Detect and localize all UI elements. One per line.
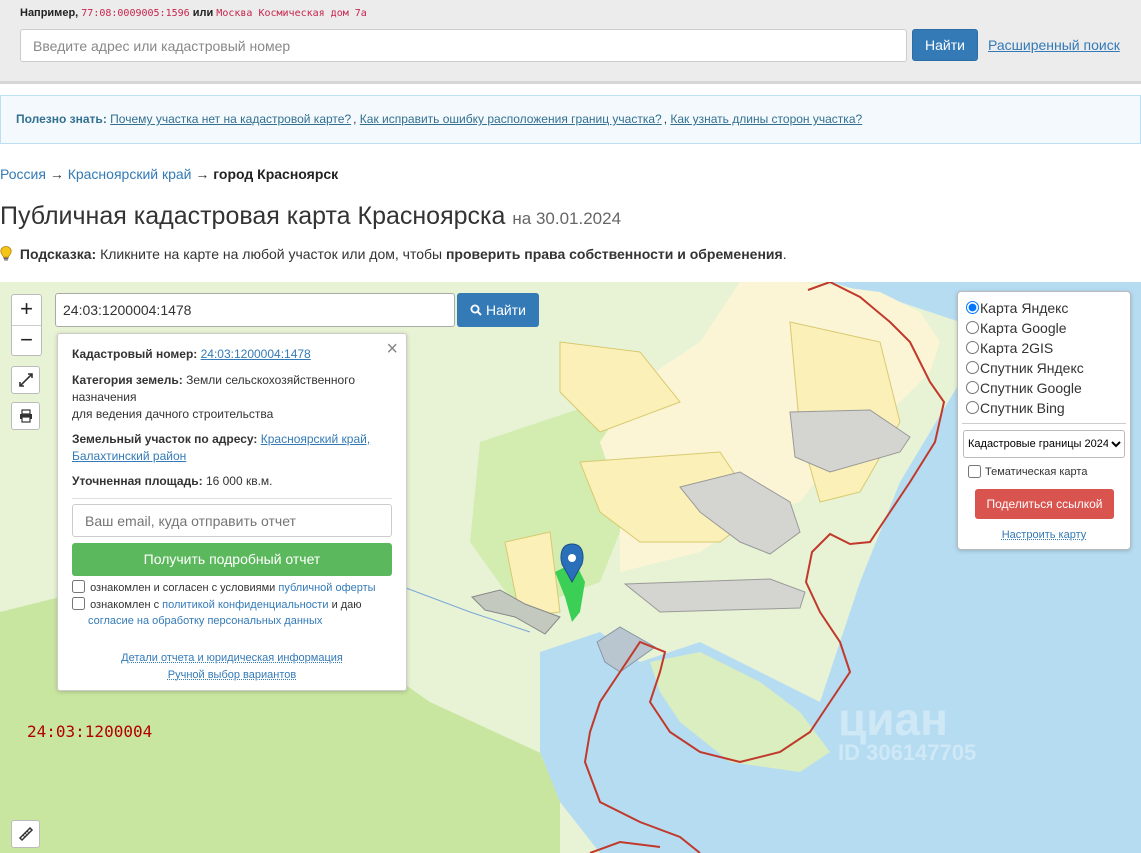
privacy-mid-text: и даю bbox=[331, 599, 362, 611]
area-label: Уточненная площадь: bbox=[72, 474, 203, 488]
ruler-icon[interactable] bbox=[11, 820, 40, 848]
report-details-row: Детали отчета и юридическая информация bbox=[58, 652, 406, 664]
layer-label: Спутник Яндекс bbox=[980, 360, 1084, 376]
get-report-button[interactable]: Получить подробный отчет bbox=[72, 543, 392, 576]
thematic-label: Тематическая карта bbox=[985, 466, 1088, 478]
layer-label: Карта Google bbox=[980, 320, 1067, 336]
zoom-in-button[interactable]: + bbox=[12, 295, 41, 325]
manual-choice-link[interactable]: Ручной выбор вариантов bbox=[168, 669, 296, 681]
privacy-consent: ознакомлен с политикой конфиденциальност… bbox=[72, 597, 362, 629]
layer-option-2gis-map[interactable]: Карта 2GIS bbox=[966, 340, 1053, 356]
hint-text: Кликните на карте на любой участок или д… bbox=[100, 246, 443, 262]
breadcrumb-separator: → bbox=[195, 166, 210, 182]
map-search-input[interactable] bbox=[55, 293, 455, 327]
layer-radio[interactable] bbox=[966, 401, 979, 414]
layer-label: Карта 2GIS bbox=[980, 340, 1054, 356]
layer-option-yandex-satellite[interactable]: Спутник Яндекс bbox=[966, 360, 1084, 376]
map-search-label: Найти bbox=[485, 302, 526, 318]
breadcrumb-separator: → bbox=[49, 166, 64, 182]
search-example: Например, 77:08:0009005:1596 или Москва … bbox=[20, 7, 367, 19]
lightbulb-icon bbox=[0, 246, 12, 261]
example-address: Москва Космическая дом 7а bbox=[216, 8, 367, 19]
map-layers-panel: Карта Яндекс Карта Google Карта 2GIS Спу… bbox=[957, 291, 1131, 550]
quarter-label: 24:03:1200004 bbox=[27, 722, 153, 741]
offer-checkbox[interactable] bbox=[72, 580, 85, 593]
thematic-checkbox[interactable] bbox=[968, 465, 981, 478]
advanced-search-link[interactable]: Расширенный поиск bbox=[988, 37, 1120, 53]
search-button[interactable]: Найти bbox=[912, 29, 978, 61]
address-search-input[interactable] bbox=[20, 29, 907, 62]
share-link-button[interactable]: Поделиться ссылкой bbox=[975, 489, 1114, 519]
report-details-link[interactable]: Детали отчета и юридическая информация bbox=[121, 652, 343, 664]
zoom-controls: + − bbox=[11, 294, 42, 356]
popup-divider bbox=[72, 498, 392, 499]
zoom-out-button[interactable]: − bbox=[12, 325, 41, 355]
fullscreen-icon[interactable] bbox=[11, 366, 40, 394]
page-title: Публичная кадастровая карта Красноярска … bbox=[0, 202, 621, 231]
top-search-bar: Например, 77:08:0009005:1596 или Москва … bbox=[0, 0, 1141, 84]
layer-radio[interactable] bbox=[966, 301, 979, 314]
search-icon bbox=[470, 302, 486, 318]
thematic-map-toggle[interactable]: Тематическая карта bbox=[968, 465, 1087, 478]
configure-map-link[interactable]: Настроить карту bbox=[958, 529, 1130, 541]
watermark-id: ID 306147705 bbox=[838, 740, 977, 765]
cadastral-number-label: Кадастровый номер: bbox=[72, 347, 198, 361]
area-value: 16 000 кв.м. bbox=[205, 474, 273, 488]
layer-label: Карта Яндекс bbox=[980, 300, 1069, 316]
privacy-checkbox[interactable] bbox=[72, 597, 85, 610]
land-category-row: Категория земель: Земли сельскохозяйстве… bbox=[72, 372, 390, 423]
offer-consent: ознакомлен и согласен с условиями публич… bbox=[72, 580, 376, 596]
layer-radio[interactable] bbox=[966, 341, 979, 354]
hint-bold: проверить права собственности и обремене… bbox=[445, 246, 783, 262]
info-link-fix-boundary[interactable]: Как исправить ошибку расположения границ… bbox=[360, 112, 662, 126]
watermark: циан bbox=[838, 693, 948, 745]
layer-option-google-satellite[interactable]: Спутник Google bbox=[966, 380, 1082, 396]
layer-option-yandex-map[interactable]: Карта Яндекс bbox=[966, 300, 1068, 316]
land-usage-value: для ведения дачного строительства bbox=[72, 407, 274, 421]
email-input[interactable] bbox=[72, 504, 392, 537]
info-link-side-lengths[interactable]: Как узнать длины сторон участка? bbox=[670, 112, 862, 126]
info-label: Полезно знать: bbox=[16, 112, 107, 126]
example-prefix: Например, bbox=[20, 7, 79, 19]
land-category-label: Категория земель: bbox=[72, 373, 183, 387]
hint: Подсказка: Кликните на карте на любой уч… bbox=[0, 244, 787, 262]
address-row: Земельный участок по адресу: Красноярски… bbox=[72, 431, 390, 465]
useful-info-panel: Полезно знать: Почему участка нет на кад… bbox=[0, 95, 1141, 144]
cadastral-number-row: Кадастровый номер: 24:03:1200004:1478 bbox=[72, 346, 390, 363]
area-row: Уточненная площадь: 16 000 кв.м. bbox=[72, 473, 390, 490]
layer-radio[interactable] bbox=[966, 381, 979, 394]
cadastral-number-link[interactable]: 24:03:1200004:1478 bbox=[201, 347, 311, 361]
breadcrumb-current: город Красноярск bbox=[213, 166, 339, 182]
layer-radio[interactable] bbox=[966, 321, 979, 334]
personal-data-link[interactable]: согласие на обработку персональных данны… bbox=[88, 615, 322, 627]
breadcrumb: Россия → Красноярский край → город Красн… bbox=[0, 166, 338, 182]
layer-label: Спутник Google bbox=[980, 380, 1082, 396]
page-title-text: Публичная кадастровая карта Красноярска bbox=[0, 202, 506, 230]
example-code: 77:08:0009005:1596 bbox=[81, 8, 190, 19]
hint-label: Подсказка: bbox=[19, 246, 97, 262]
page-date: на 30.01.2024 bbox=[512, 209, 622, 228]
layer-radio[interactable] bbox=[966, 361, 979, 374]
parcel-info-popup: × Кадастровый номер: 24:03:1200004:1478 … bbox=[57, 333, 407, 691]
address-label: Земельный участок по адресу: bbox=[72, 432, 258, 446]
cadastral-boundaries-select[interactable]: Кадастровые границы 2024 bbox=[963, 430, 1125, 458]
privacy-link[interactable]: политикой конфиденциальности bbox=[162, 599, 328, 611]
offer-text: ознакомлен и согласен с условиями bbox=[90, 582, 276, 594]
layer-option-google-map[interactable]: Карта Google bbox=[966, 320, 1067, 336]
map-search-button[interactable]: Найти bbox=[457, 293, 539, 327]
layer-option-bing-satellite[interactable]: Спутник Bing bbox=[966, 400, 1065, 416]
offer-link[interactable]: публичной оферты bbox=[278, 582, 375, 594]
hint-end: . bbox=[782, 246, 787, 262]
info-link-missing-parcel[interactable]: Почему участка нет на кадастровой карте? bbox=[110, 112, 351, 126]
breadcrumb-krasnoyarsk-krai[interactable]: Красноярский край bbox=[68, 166, 192, 182]
example-or: или bbox=[192, 7, 214, 19]
breadcrumb-russia[interactable]: Россия bbox=[0, 166, 46, 182]
layers-divider bbox=[962, 423, 1126, 424]
manual-choice-row: Ручной выбор вариантов bbox=[58, 669, 406, 681]
print-icon[interactable] bbox=[11, 402, 40, 430]
layer-label: Спутник Bing bbox=[980, 400, 1065, 416]
privacy-text: ознакомлен с bbox=[90, 599, 160, 611]
